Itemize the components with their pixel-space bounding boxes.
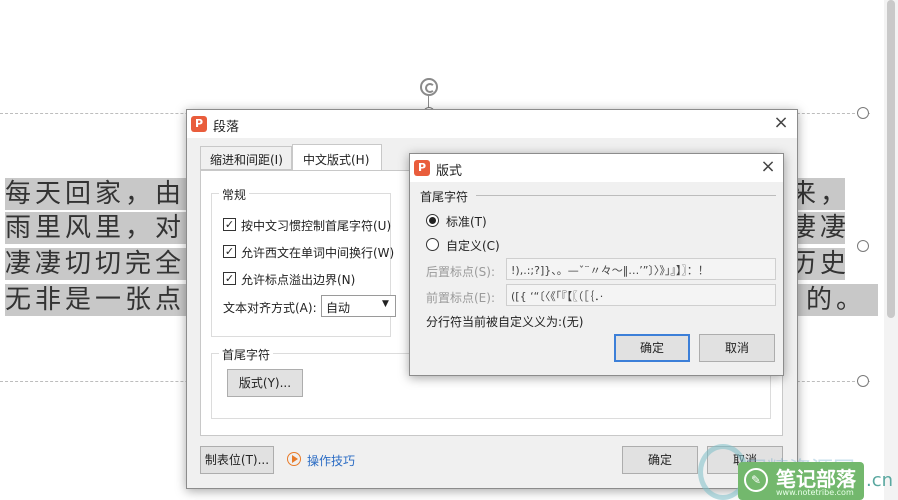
option-checkbox-3[interactable]: ✓ <box>223 272 236 285</box>
tab-indent-spacing-label: 缩进和间距(I) <box>210 153 283 167</box>
style-dialog-title: 版式 <box>436 164 463 179</box>
resize-handle-bottom-right[interactable] <box>857 375 869 387</box>
style-cancel-button[interactable]: 取消 <box>699 334 775 362</box>
text-align-value: 自动 <box>326 301 351 315</box>
tips-link[interactable]: 操作技巧 <box>307 452 355 469</box>
tab-indent-spacing[interactable]: 缩进和间距(I) <box>200 146 292 170</box>
general-group-title: 常规 <box>219 186 250 203</box>
text-align-label: 文本对齐方式(A): <box>223 301 317 315</box>
play-icon[interactable] <box>287 452 301 466</box>
group-divider <box>476 195 776 196</box>
first-last-chars-group-title: 首尾字符 <box>219 346 274 363</box>
option-label-1: 按中文习惯控制首尾字符(U) <box>241 219 392 233</box>
resize-handle-top-right[interactable] <box>857 107 869 119</box>
close-icon[interactable]: × <box>771 113 791 133</box>
line-break-status: 分行符当前被自定义义为:(无) <box>426 315 584 329</box>
before-punct-input[interactable]: ([{ ‘“〔〈《「『【〖（［｛．· <box>506 284 776 306</box>
option-checkbox-1[interactable]: ✓ <box>223 218 236 231</box>
scrollbar-thumb[interactable] <box>887 0 895 318</box>
paragraph-dialog-titlebar[interactable]: P 段落 × <box>187 110 797 138</box>
close-icon[interactable]: × <box>758 157 778 177</box>
after-punct-value: !),.:;?]}、。—ˇ¨〃々～‖…’”〕〉》」』】〗：！ <box>511 264 709 277</box>
paragraph-ok-button[interactable]: 确定 <box>622 446 698 474</box>
text-line-4-end: 的。 <box>806 285 867 315</box>
watermark-badge: ✎ 笔记部落 www.notetribe.com <box>738 462 864 500</box>
tab-chinese-typography-label: 中文版式(H) <box>303 153 370 167</box>
watermark-url: www.notetribe.com <box>776 488 854 497</box>
paragraph-dialog-title: 段落 <box>213 120 240 135</box>
radio-custom-label: 自定义(C) <box>446 239 500 253</box>
before-punct-label: 前置标点(E): <box>426 291 495 305</box>
option-checkbox-2[interactable]: ✓ <box>223 245 236 258</box>
radio-standard-label: 标准(T) <box>446 215 487 229</box>
style-button[interactable]: 版式(Y)... <box>227 369 303 397</box>
after-punct-label: 后置标点(S): <box>426 265 496 279</box>
wps-app-icon: P <box>191 116 207 132</box>
style-dialog: P 版式 × 首尾字符 标准(T) 自定义(C) 后置标点(S): !),.:;… <box>409 153 784 376</box>
option-label-2: 允许西文在单词中间换行(W) <box>241 246 395 260</box>
chevron-down-icon: ▼ <box>382 299 389 309</box>
style-dialog-titlebar[interactable]: P 版式 × <box>410 154 783 182</box>
wps-app-icon: P <box>414 160 430 176</box>
option-label-3: 允许标点溢出边界(N) <box>241 273 356 287</box>
style-group-title: 首尾字符 <box>420 190 469 204</box>
style-ok-button[interactable]: 确定 <box>614 334 690 362</box>
text-align-select[interactable]: 自动 ▼ <box>321 295 396 317</box>
pencil-icon: ✎ <box>744 468 768 492</box>
resize-handle-right[interactable] <box>857 240 869 252</box>
watermark-tld: .cn <box>866 470 894 491</box>
radio-standard[interactable] <box>426 214 439 227</box>
tab-chinese-typography[interactable]: 中文版式(H) <box>292 144 382 171</box>
radio-custom[interactable] <box>426 238 439 251</box>
tab-stops-button[interactable]: 制表位(T)... <box>200 446 274 474</box>
after-punct-input[interactable]: !),.:;?]}、。—ˇ¨〃々～‖…’”〕〉》」』】〗：！ <box>506 258 776 280</box>
before-punct-value: ([{ ‘“〔〈《「『【〖（［｛．· <box>511 290 604 303</box>
rotate-handle-icon[interactable] <box>420 78 438 96</box>
